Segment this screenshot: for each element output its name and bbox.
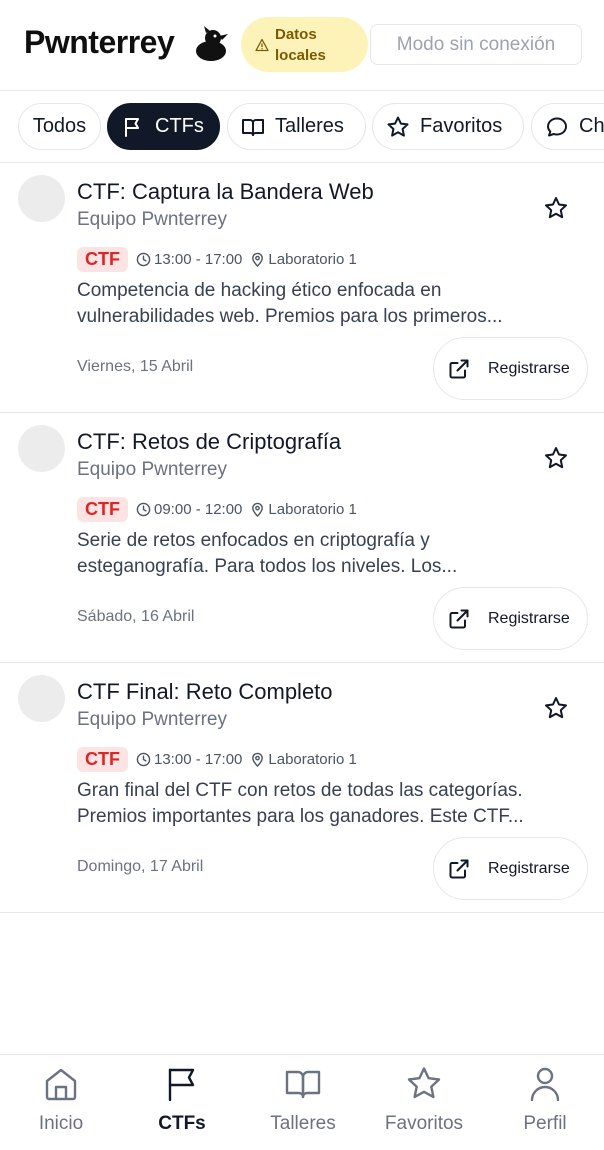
register-label: Registrarse (488, 609, 570, 627)
register-button[interactable]: Registrarse (433, 837, 588, 900)
flag-icon (168, 1068, 195, 1102)
category-badge: CTF (77, 496, 128, 522)
filter-chip-ctfs[interactable]: CTFs (107, 103, 220, 150)
filter-chips: Todos CTFs Talleres Favoritos Ch (0, 91, 604, 163)
nav-label: Perfil (523, 1113, 567, 1134)
event-organizer: Equipo Pwnterrey (77, 209, 227, 230)
chat-icon (547, 117, 567, 136)
filter-chip-favoritos[interactable]: Favoritos (372, 103, 524, 150)
event-title[interactable]: CTF: Retos de Criptografía (77, 429, 341, 455)
event-description: Gran final del CTF con retos de todas la… (77, 778, 577, 830)
event-card: CTF Final: Reto Completo Equipo Pwnterre… (0, 663, 604, 913)
event-organizer: Equipo Pwnterrey (77, 459, 227, 480)
avatar (18, 675, 65, 722)
filter-chip-label: Talleres (275, 115, 344, 137)
category-badge: CTF (77, 246, 128, 272)
event-time: 13:00 - 17:00 (154, 250, 243, 268)
event-time: 13:00 - 17:00 (154, 750, 243, 768)
book-icon (285, 1070, 321, 1099)
event-date: Domingo, 17 Abril (77, 858, 204, 875)
duck-logo-icon (196, 26, 228, 61)
event-title[interactable]: CTF: Captura la Bandera Web (77, 179, 374, 205)
register-button[interactable]: Registrarse (433, 587, 588, 650)
nav-item-perfil[interactable]: Perfil (485, 1065, 604, 1145)
filter-chip-todos[interactable]: Todos (18, 103, 101, 150)
event-meta: CTF 13:00 - 17:00 Laboratorio 1 (77, 746, 357, 772)
event-description-line: Gran final del CTF con retos de todas la… (77, 780, 523, 801)
bottom-nav: Inicio CTFs Talleres Favoritos Perfil (0, 1054, 604, 1150)
user-icon (530, 1067, 560, 1102)
flag-icon (125, 117, 139, 137)
star-icon (407, 1067, 441, 1099)
nav-item-favoritos[interactable]: Favoritos (364, 1065, 484, 1145)
event-location: Laboratorio 1 (268, 250, 357, 268)
filter-chip-chat[interactable]: Ch (531, 103, 604, 150)
event-description-line: Competencia de hacking ético enfocada en (77, 280, 442, 301)
nav-item-talleres[interactable]: Talleres (243, 1065, 363, 1145)
warning-icon (255, 38, 269, 51)
favorite-star-icon[interactable] (543, 695, 569, 721)
event-title[interactable]: CTF Final: Reto Completo (77, 679, 333, 705)
event-description-line: Premios importantes para los ganadores. … (77, 806, 524, 827)
event-location: Laboratorio 1 (268, 750, 357, 768)
offline-mode-button[interactable]: Modo sin conexión (370, 24, 582, 65)
nav-label: Inicio (38, 1113, 84, 1134)
event-description: Competencia de hacking ético enfocada en… (77, 278, 577, 330)
favorite-star-icon[interactable] (543, 195, 569, 221)
location-pin-icon (252, 752, 264, 767)
register-label: Registrarse (488, 859, 570, 877)
event-description-line: Serie de retos enfocados en criptografía… (77, 530, 430, 551)
register-label: Registrarse (488, 359, 570, 377)
nav-item-inicio[interactable]: Inicio (1, 1065, 121, 1145)
home-icon (45, 1068, 77, 1101)
event-time: 09:00 - 12:00 (154, 500, 243, 518)
app-title: Pwnterrey (24, 24, 175, 60)
filter-chip-label: CTFs (155, 115, 204, 137)
filter-chip-label: Ch (579, 115, 604, 137)
filter-chip-label: Todos (32, 115, 87, 137)
location-pin-icon (252, 252, 264, 267)
event-description-line: esteganografía. Para todos los niveles. … (77, 556, 458, 577)
app-header: Pwnterrey Datos locales Modo sin conexió… (0, 0, 604, 91)
event-description-line: vulnerabilidades web. Premios para los p… (77, 306, 503, 327)
location-pin-icon (252, 502, 264, 517)
clock-icon (136, 502, 151, 516)
filter-chip-talleres[interactable]: Talleres (227, 103, 366, 150)
category-badge: CTF (77, 746, 128, 772)
event-description: Serie de retos enfocados en criptografía… (77, 528, 577, 580)
event-location: Laboratorio 1 (268, 500, 357, 518)
event-meta: CTF 09:00 - 12:00 Laboratorio 1 (77, 496, 357, 522)
event-date: Sábado, 16 Abril (77, 608, 195, 625)
avatar (18, 175, 65, 222)
register-button[interactable]: Registrarse (433, 337, 588, 400)
external-link-icon (449, 359, 469, 378)
event-organizer: Equipo Pwnterrey (77, 709, 227, 730)
book-icon (242, 118, 264, 136)
filter-chip-label: Favoritos (420, 115, 503, 137)
avatar (18, 425, 65, 472)
local-data-badge: Datos locales (241, 17, 368, 72)
event-card: CTF: Retos de Criptografía Equipo Pwnter… (0, 413, 604, 663)
external-link-icon (449, 859, 469, 878)
local-data-label: Datos locales (275, 25, 326, 64)
nav-item-ctfs[interactable]: CTFs (122, 1065, 242, 1145)
external-link-icon (449, 609, 469, 628)
nav-label: Favoritos (384, 1113, 464, 1134)
nav-label: CTFs (158, 1113, 206, 1134)
clock-icon (136, 252, 151, 266)
event-date: Viernes, 15 Abril (77, 358, 194, 375)
star-icon (387, 116, 409, 137)
nav-label: Talleres (270, 1113, 336, 1134)
clock-icon (136, 752, 151, 766)
event-card: CTF: Captura la Bandera Web Equipo Pwnte… (0, 163, 604, 413)
event-meta: CTF 13:00 - 17:00 Laboratorio 1 (77, 246, 357, 272)
favorite-star-icon[interactable] (543, 445, 569, 471)
